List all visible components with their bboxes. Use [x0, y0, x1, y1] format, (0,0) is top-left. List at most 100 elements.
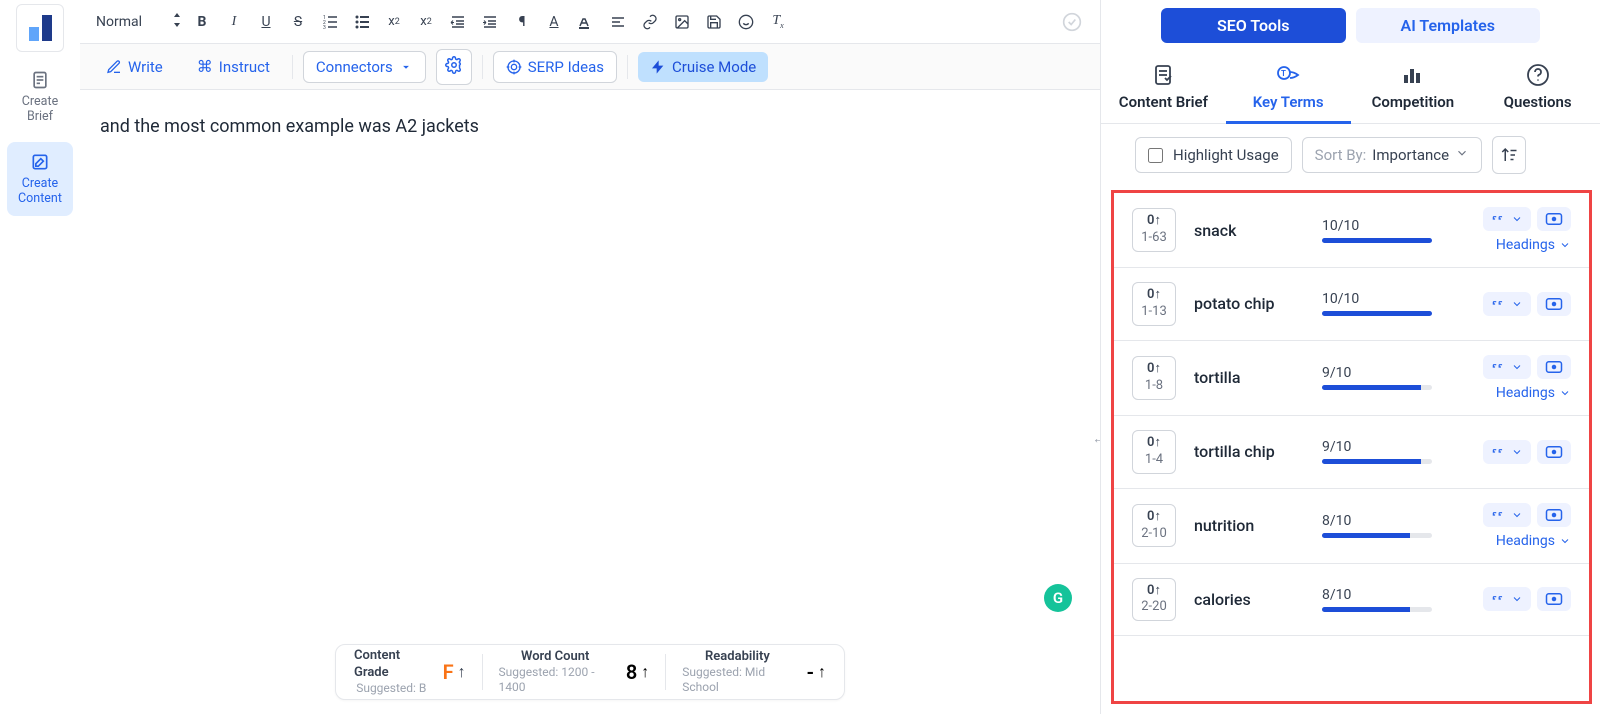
arrow-up-icon: ↑ [818, 662, 826, 682]
term-quote-button[interactable] [1483, 503, 1531, 527]
content-grade-value: F↑ [443, 660, 466, 684]
term-preview-button[interactable] [1537, 587, 1571, 611]
instruct-button[interactable]: ⌘ Instruct [185, 51, 282, 82]
term-preview-button[interactable] [1537, 292, 1571, 316]
key-terms-icon: T [1275, 63, 1301, 87]
term-row: 0↑2-10 nutrition 8/10 Headings [1114, 489, 1589, 564]
content-grade-sub: Suggested: B [356, 681, 426, 696]
term-preview-button[interactable] [1537, 503, 1571, 527]
nav-label: Create Brief [22, 94, 58, 124]
term-headings-link[interactable]: Headings [1496, 385, 1571, 401]
clear-format-button[interactable]: Tx [764, 8, 792, 36]
edit-icon [30, 152, 50, 172]
svg-text:3: 3 [323, 25, 326, 30]
term-name: tortilla [1194, 368, 1304, 387]
app-logo[interactable] [16, 4, 64, 52]
term-count-chip[interactable]: 0↑1-13 [1132, 282, 1176, 326]
tab-ai-templates[interactable]: AI Templates [1356, 8, 1541, 43]
term-preview-button[interactable] [1537, 440, 1571, 464]
highlight-color-button[interactable] [572, 8, 600, 36]
image-button[interactable] [668, 8, 696, 36]
format-value: Normal [96, 14, 142, 30]
connectors-dropdown[interactable]: Connectors [303, 51, 426, 83]
term-row: 0↑1-13 potato chip 10/10 [1114, 268, 1589, 341]
term-count-chip[interactable]: 0↑2-10 [1132, 504, 1176, 548]
highlight-usage-toggle[interactable]: Highlight Usage [1135, 137, 1292, 173]
settings-button[interactable] [436, 49, 472, 85]
emoji-button[interactable] [732, 8, 760, 36]
underline-button[interactable]: U [252, 8, 280, 36]
write-button[interactable]: Write [94, 52, 175, 82]
term-headings-link[interactable]: Headings [1496, 533, 1571, 549]
align-button[interactable] [604, 8, 632, 36]
term-score: 8/10 [1322, 587, 1432, 612]
outdent-button[interactable] [444, 8, 472, 36]
word-count-sub: Suggested: 1200 - 1400 [499, 665, 612, 695]
nav-create-content[interactable]: Create Content [7, 142, 73, 216]
key-terms-list: 0↑1-63 snack 10/10 Headings 0↑1-13 potat… [1111, 190, 1592, 704]
term-score: 8/10 [1322, 513, 1432, 538]
term-name: snack [1194, 221, 1304, 240]
nav-label: Create Content [18, 176, 62, 206]
term-quote-button[interactable] [1483, 587, 1531, 611]
connectors-label: Connectors [316, 58, 393, 76]
unordered-list-button[interactable] [348, 8, 376, 36]
italic-button[interactable]: I [220, 8, 248, 36]
cruise-mode-button[interactable]: Cruise Mode [638, 52, 768, 82]
bold-button[interactable]: B [188, 8, 216, 36]
format-select[interactable]: Normal [94, 11, 184, 33]
subtab-key-terms[interactable]: T Key Terms [1226, 51, 1351, 124]
term-quote-button[interactable] [1483, 292, 1531, 316]
term-score: 10/10 [1322, 291, 1432, 316]
competition-icon [1401, 63, 1425, 87]
check-icon[interactable] [1058, 8, 1086, 36]
bolt-icon [650, 59, 666, 75]
sort-direction-button[interactable] [1492, 136, 1526, 174]
term-quote-button[interactable] [1483, 355, 1531, 379]
questions-icon [1526, 63, 1550, 87]
link-button[interactable] [636, 8, 664, 36]
term-score: 9/10 [1322, 365, 1432, 390]
brief-icon [1151, 63, 1175, 87]
serp-ideas-button[interactable]: SERP Ideas [493, 51, 617, 83]
indent-button[interactable] [476, 8, 504, 36]
editor-text: and the most common example was A2 jacke… [100, 116, 479, 137]
term-quote-button[interactable] [1483, 207, 1531, 231]
editor-body[interactable]: and the most common example was A2 jacke… [80, 90, 1100, 163]
term-count-chip[interactable]: 0↑2-20 [1132, 578, 1176, 622]
grammarly-badge[interactable]: G [1044, 584, 1072, 612]
readability-value: -↑ [807, 660, 826, 684]
pencil-icon [106, 59, 122, 75]
chevron-down-icon [1455, 146, 1469, 164]
save-button[interactable] [700, 8, 728, 36]
subtab-questions[interactable]: Questions [1475, 51, 1600, 123]
term-count-chip[interactable]: 0↑1-63 [1132, 208, 1176, 252]
ordered-list-button[interactable]: 123 [316, 8, 344, 36]
term-count-chip[interactable]: 0↑1-8 [1132, 356, 1176, 400]
term-quote-button[interactable] [1483, 440, 1531, 464]
subtab-competition[interactable]: Competition [1351, 51, 1476, 123]
term-preview-button[interactable] [1537, 355, 1571, 379]
sort-by-dropdown[interactable]: Sort By: Importance [1302, 137, 1482, 173]
term-preview-button[interactable] [1537, 207, 1571, 231]
tab-seo-tools[interactable]: SEO Tools [1161, 8, 1346, 43]
term-row: 0↑1-4 tortilla chip 9/10 [1114, 416, 1589, 489]
subscript-button[interactable]: x2 [380, 8, 408, 36]
nav-create-brief[interactable]: Create Brief [7, 60, 73, 134]
term-score: 10/10 [1322, 218, 1432, 243]
term-name: potato chip [1194, 294, 1304, 313]
text-color-button[interactable]: A [540, 8, 568, 36]
instruct-label: Instruct [219, 58, 270, 76]
arrow-up-icon: ↑ [641, 662, 649, 682]
strikethrough-button[interactable]: S [284, 8, 312, 36]
term-name: nutrition [1194, 516, 1304, 535]
term-headings-link[interactable]: Headings [1496, 237, 1571, 253]
subtab-content-brief[interactable]: Content Brief [1101, 51, 1226, 123]
arrow-up-icon: ↑ [458, 662, 466, 682]
term-count-chip[interactable]: 0↑1-4 [1132, 430, 1176, 474]
command-icon: ⌘ [197, 57, 213, 76]
resize-handle[interactable]: ↔ [1092, 430, 1100, 447]
highlight-usage-checkbox[interactable] [1148, 148, 1163, 163]
superscript-button[interactable]: x2 [412, 8, 440, 36]
paragraph-button[interactable]: ¶ [508, 8, 536, 36]
